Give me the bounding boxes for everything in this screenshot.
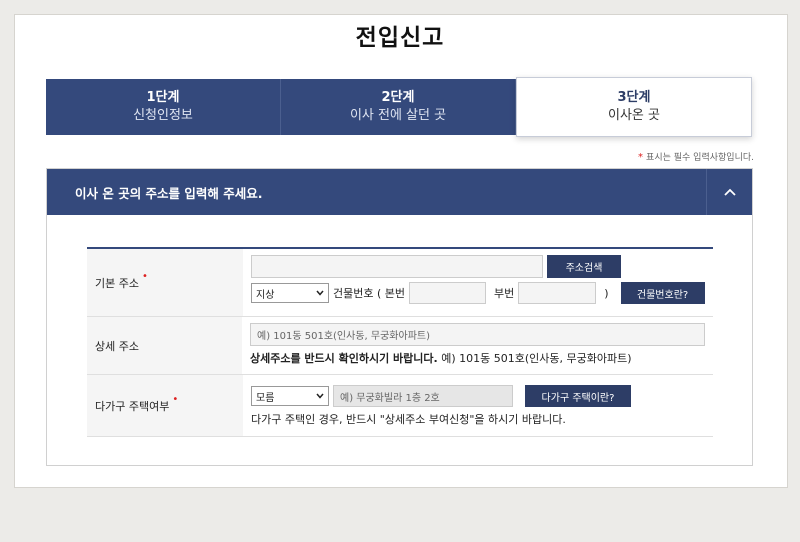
detail-address-label: 상세 주소 [87, 317, 242, 374]
required-note: * 표시는 필수 입력사항입니다. [638, 150, 754, 163]
multi-family-row: 다가구 주택여부 • 모름 예) 무궁화빌라 1층 2호 다가구 주택이란? 다가… [87, 375, 713, 437]
page-title: 전입신고 [355, 25, 445, 51]
multi-family-select-value: 모름 [256, 392, 275, 404]
address-input[interactable] [251, 255, 543, 278]
address-search-button[interactable]: 주소검색 [547, 255, 621, 278]
required-star-icon: • [172, 394, 179, 405]
chevron-down-icon [316, 393, 324, 399]
land-type-select[interactable]: 지상 [251, 283, 329, 303]
step-indicator: 1단계 신청인정보 2단계 이사 전에 살던 곳 3단계 이사온 곳 [46, 77, 752, 137]
multi-family-select[interactable]: 모름 [251, 386, 329, 406]
step-1[interactable]: 1단계 신청인정보 [46, 79, 281, 135]
multi-family-unit-input[interactable]: 예) 무궁화빌라 1층 2호 [333, 385, 513, 407]
required-note-text: 표시는 필수 입력사항입니다. [646, 153, 754, 163]
step-3-label: 이사온 곳 [608, 108, 660, 123]
main-number-input[interactable] [409, 282, 487, 304]
multi-family-label: 다가구 주택여부 • [87, 375, 243, 436]
land-type-value: 지상 [256, 289, 275, 301]
multi-family-label-text: 다가구 주택여부 [95, 399, 170, 413]
collapse-toggle[interactable] [706, 169, 752, 215]
step-2[interactable]: 2단계 이사 전에 살던 곳 [281, 79, 516, 135]
detail-address-row: 상세 주소 예) 101동 501호(인사동, 무궁화아파트) 상세주소를 반드… [87, 317, 713, 375]
multi-family-notice: 다가구 주택인 경우, 반드시 "상세주소 부여신청"을 하시기 바랍니다. [251, 413, 566, 426]
step-2-label: 이사 전에 살던 곳 [349, 108, 447, 123]
address-form: 기본 주소 • 주소검색 지상 건물번호 ( 본번 부번 ) 건물번호란? 상세… [87, 247, 713, 437]
chevron-up-icon [723, 188, 736, 196]
building-number-help-button[interactable]: 건물번호란? [620, 282, 705, 304]
detail-address-label-text: 상세 주소 [95, 339, 139, 353]
panel-title: 이사 온 곳의 주소를 입력해 주세요. [75, 185, 263, 201]
basic-address-label: 기본 주소 • [87, 249, 243, 316]
basic-address-label-text: 기본 주소 [95, 276, 139, 290]
sub-number-label: 부번 [494, 287, 515, 300]
close-paren: ) [604, 286, 609, 300]
detail-address-notice-example: 예) 101동 501호(인사동, 무궁화아파트) [437, 352, 632, 365]
detail-address-fields: 예) 101동 501호(인사동, 무궁화아파트) 상세주소를 반드시 확인하시… [242, 317, 713, 374]
detail-address-notice: 상세주소를 반드시 확인하시기 바랍니다. 예) 101동 501호(인사동, … [250, 350, 632, 366]
step-1-label: 신청인정보 [133, 108, 193, 123]
detail-address-input[interactable]: 예) 101동 501호(인사동, 무궁화아파트) [250, 323, 705, 346]
multi-family-help-button[interactable]: 다가구 주택이란? [525, 385, 631, 407]
chevron-down-icon [316, 290, 324, 296]
step-2-number: 2단계 [381, 90, 415, 105]
sub-number-input[interactable] [518, 282, 597, 304]
address-panel: 이사 온 곳의 주소를 입력해 주세요. 기본 주소 • 주소검색 지상 건물번… [46, 168, 753, 466]
step-1-number: 1단계 [146, 90, 180, 105]
required-star-icon: * [638, 152, 644, 163]
required-star-icon: • [141, 271, 148, 282]
detail-address-notice-bold: 상세주소를 반드시 확인하시기 바랍니다. [250, 352, 438, 365]
multi-family-fields: 모름 예) 무궁화빌라 1층 2호 다가구 주택이란? 다가구 주택인 경우, … [243, 375, 713, 436]
panel-header: 이사 온 곳의 주소를 입력해 주세요. [47, 169, 752, 215]
basic-address-fields: 주소검색 지상 건물번호 ( 본번 부번 ) 건물번호란? [243, 249, 713, 316]
step-3-number: 3단계 [617, 90, 651, 105]
building-number-label: 건물번호 ( 본번 [333, 287, 406, 300]
basic-address-row: 기본 주소 • 주소검색 지상 건물번호 ( 본번 부번 ) 건물번호란? [87, 249, 713, 317]
step-3-active[interactable]: 3단계 이사온 곳 [516, 77, 752, 137]
